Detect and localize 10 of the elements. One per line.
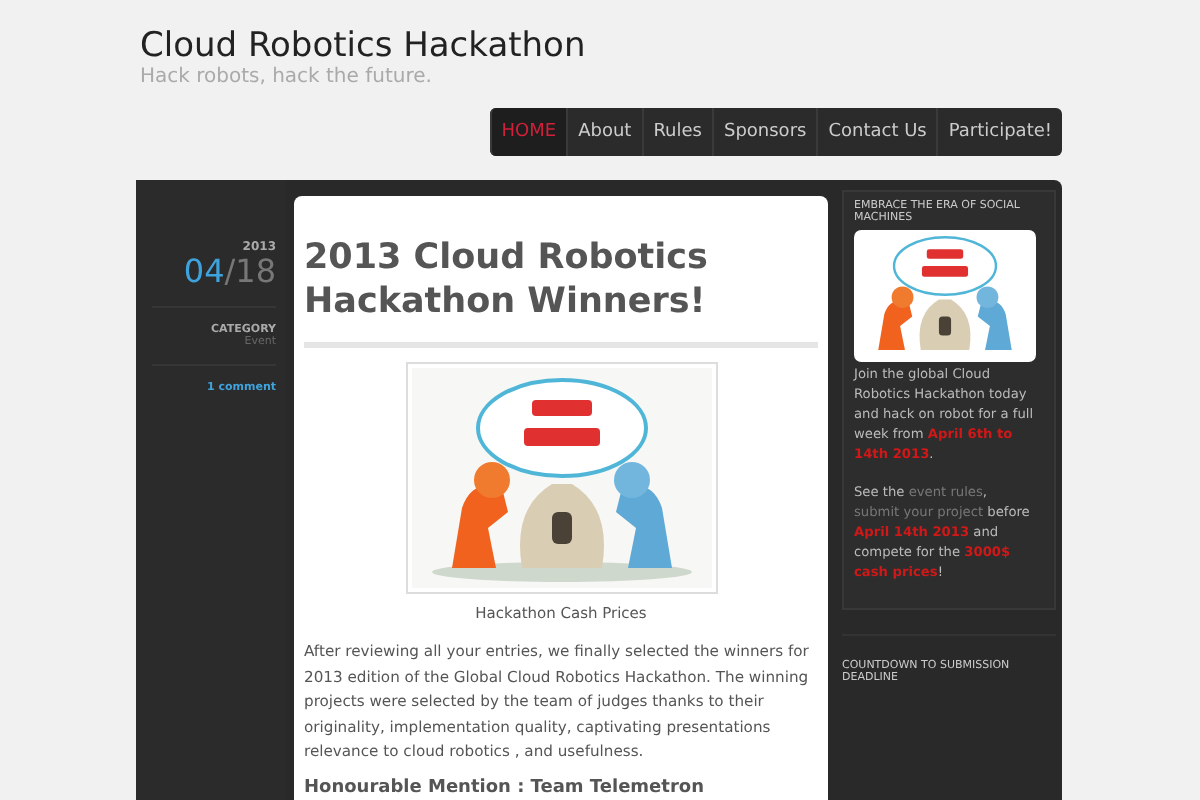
nav-link[interactable]: About bbox=[566, 108, 642, 156]
post-date: 04/18 bbox=[181, 254, 276, 290]
nav-link[interactable]: Contact Us bbox=[816, 108, 937, 156]
site-title[interactable]: Cloud Robotics Hackathon bbox=[140, 26, 1200, 66]
post-title[interactable]: 2013 Cloud Robotics Hackathon Winners! bbox=[304, 236, 818, 324]
nav-link[interactable]: Sponsors bbox=[711, 108, 817, 156]
nav-link[interactable]: Rules bbox=[641, 108, 712, 156]
tagline: Hack robots, hack the future. bbox=[140, 66, 434, 90]
post-subheading: Honourable Mention : Team Telemetron bbox=[304, 777, 706, 797]
nav-link[interactable]: Participate! bbox=[936, 108, 1062, 156]
